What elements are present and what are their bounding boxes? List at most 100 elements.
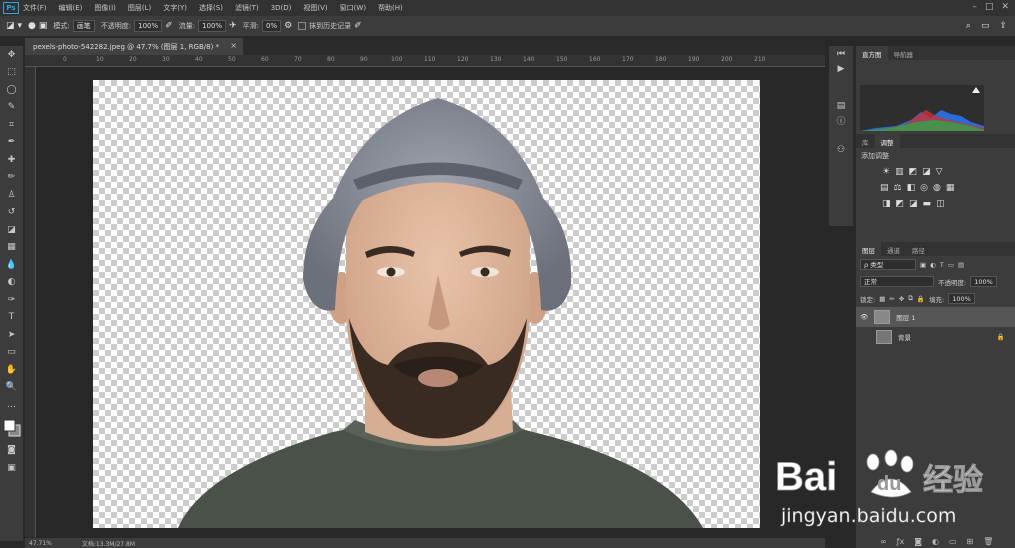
airbrush-icon[interactable]: ✈ — [229, 21, 237, 31]
blend-mode-select[interactable]: 正常 — [860, 276, 934, 287]
lasso-tool-icon[interactable]: ◯ — [0, 81, 23, 99]
visibility-eye-icon[interactable]: 👁 — [860, 313, 868, 321]
menu-3d[interactable]: 3D(D) — [271, 4, 292, 12]
zoom-level[interactable]: 47.71% — [29, 540, 52, 547]
filter-shape-icon[interactable]: ▭ — [948, 261, 954, 269]
opacity-input[interactable]: 100% — [134, 20, 163, 32]
actions-play-icon[interactable]: ▶ — [829, 61, 853, 76]
new-layer-icon[interactable]: ⊞ — [967, 537, 974, 546]
brush-panel-icon[interactable]: ▣ — [39, 21, 48, 31]
healing-brush-icon[interactable]: ✚ — [0, 151, 23, 169]
threshold-icon[interactable]: ◪ — [909, 199, 918, 209]
tab-adjustments[interactable]: 调整 — [874, 134, 900, 148]
filter-adjust-icon[interactable]: ◐ — [930, 261, 936, 269]
history-brush-icon[interactable]: ↺ — [0, 204, 23, 222]
hue-saturation-icon[interactable]: ▤ — [880, 183, 889, 193]
quick-mask-icon[interactable]: ◙ — [0, 442, 23, 460]
exposure-icon[interactable]: ◪ — [922, 167, 931, 177]
workspace-icon[interactable]: ▭ — [981, 21, 990, 31]
lock-all-icon[interactable]: 🔒 — [917, 295, 925, 303]
layer-style-icon[interactable]: ƒx — [897, 537, 905, 546]
dodge-tool-icon[interactable]: ◐ — [0, 274, 23, 292]
canvas-area[interactable] — [36, 67, 816, 537]
gradient-tool-icon[interactable]: ▦ — [0, 239, 23, 257]
levels-icon[interactable]: ▥ — [895, 167, 904, 177]
tab-channels[interactable]: 通道 — [881, 242, 906, 256]
layer-item[interactable]: 背景 🔒 — [856, 327, 1015, 347]
info-panel-icon[interactable]: ⓘ — [829, 113, 853, 128]
filter-type-icon[interactable]: T — [940, 261, 944, 269]
brush-tool-icon[interactable]: ✏ — [0, 169, 23, 187]
tab-paths[interactable]: 路径 — [906, 242, 931, 256]
layer-name[interactable]: 图层 1 — [896, 312, 915, 322]
selective-color-icon[interactable]: ◫ — [936, 199, 945, 209]
more-tools-icon[interactable]: … — [0, 396, 23, 414]
pressure-opacity-icon[interactable]: ✐ — [165, 21, 173, 31]
gradient-map-icon[interactable]: ▬ — [923, 199, 932, 209]
minimize-icon[interactable]: – — [972, 2, 977, 12]
new-group-icon[interactable]: ▭ — [949, 537, 957, 546]
color-balance-icon[interactable]: ⚖ — [894, 183, 902, 193]
erase-history-checkbox[interactable] — [298, 22, 307, 30]
layer-item[interactable]: 👁 图层 1 — [856, 307, 1015, 327]
black-white-icon[interactable]: ◧ — [907, 183, 916, 193]
move-tool-icon[interactable]: ✥ — [0, 46, 23, 64]
channel-mixer-icon[interactable]: ◍ — [933, 183, 941, 193]
tab-layers[interactable]: 图层 — [856, 242, 881, 256]
screen-mode-icon[interactable]: ▣ — [0, 459, 23, 477]
blur-tool-icon[interactable]: 💧 — [0, 256, 23, 274]
close-window-icon[interactable]: ✕ — [1001, 2, 1009, 12]
invert-icon[interactable]: ◨ — [882, 199, 891, 209]
clone-stamp-icon[interactable]: ♙ — [0, 186, 23, 204]
properties-panel-icon[interactable]: ▤ — [829, 98, 853, 113]
smoothing-input[interactable]: 0% — [261, 20, 282, 32]
filter-pixel-icon[interactable]: ▣ — [920, 261, 926, 269]
lock-move-icon[interactable]: ✥ — [899, 295, 904, 303]
search-icon[interactable]: ⌕ — [966, 21, 971, 31]
menu-layer[interactable]: 图层(L) — [128, 3, 151, 13]
character-panel-icon[interactable]: ⚇ — [829, 142, 853, 157]
menu-edit[interactable]: 编辑(E) — [59, 3, 83, 13]
color-lookup-icon[interactable]: ▦ — [946, 183, 955, 193]
lock-paint-icon[interactable]: ✏ — [889, 295, 894, 303]
layer-filter-select[interactable]: ρ 类型 — [860, 259, 916, 270]
menu-image[interactable]: 图像(I) — [94, 3, 116, 13]
gear-icon[interactable]: ⚙ — [284, 21, 292, 31]
menu-type[interactable]: 文字(Y) — [163, 3, 187, 13]
menu-filter[interactable]: 滤镜(T) — [235, 3, 259, 13]
vibrance-icon[interactable]: ▽ — [936, 167, 943, 177]
posterize-icon[interactable]: ◩ — [896, 199, 905, 209]
eraser-icon[interactable]: ◪ — [0, 221, 23, 239]
share-icon[interactable]: ⇪ — [999, 21, 1007, 31]
color-swatch-icon[interactable] — [0, 414, 23, 442]
curves-icon[interactable]: ◩ — [909, 167, 918, 177]
menu-view[interactable]: 视图(V) — [303, 3, 327, 13]
delete-layer-icon[interactable]: 🗑 — [983, 537, 993, 546]
crop-tool-icon[interactable]: ⌗ — [0, 116, 23, 134]
hand-tool-icon[interactable]: ✋ — [0, 361, 23, 379]
layer-name[interactable]: 背景 — [898, 332, 911, 342]
document-tab[interactable]: pexels-photo-542282.jpeg @ 47.7% (图层 1, … — [25, 38, 243, 55]
filter-smart-icon[interactable]: ▤ — [958, 261, 964, 269]
eraser-tool-icon[interactable]: ◪ — [6, 21, 15, 31]
path-select-icon[interactable]: ➤ — [0, 326, 23, 344]
tab-navigator[interactable]: 导航器 — [888, 46, 920, 60]
menu-file[interactable]: 文件(F) — [23, 3, 47, 13]
marquee-tool-icon[interactable]: ⬚ — [0, 64, 23, 82]
type-tool-icon[interactable]: T — [0, 309, 23, 327]
flow-input[interactable]: 100% — [198, 20, 227, 32]
brightness-icon[interactable]: ☀ — [882, 167, 890, 177]
lock-pixels-icon[interactable]: ▦ — [879, 295, 885, 303]
maximize-icon[interactable]: □ — [985, 2, 994, 12]
pressure-size-icon[interactable]: ✐ — [354, 21, 362, 31]
layer-opacity-input[interactable]: 100% — [970, 276, 997, 287]
menu-select[interactable]: 选择(S) — [199, 3, 223, 13]
tab-libraries[interactable]: 库 — [856, 134, 875, 148]
document-canvas[interactable] — [93, 80, 760, 528]
new-adjustment-icon[interactable]: ◐ — [932, 537, 939, 546]
brush-preset-icon[interactable]: ● — [28, 21, 36, 31]
shape-tool-icon[interactable]: ▭ — [0, 344, 23, 362]
menu-help[interactable]: 帮助(H) — [378, 3, 403, 13]
photo-filter-icon[interactable]: ◎ — [920, 183, 928, 193]
fill-input[interactable]: 100% — [948, 293, 975, 304]
